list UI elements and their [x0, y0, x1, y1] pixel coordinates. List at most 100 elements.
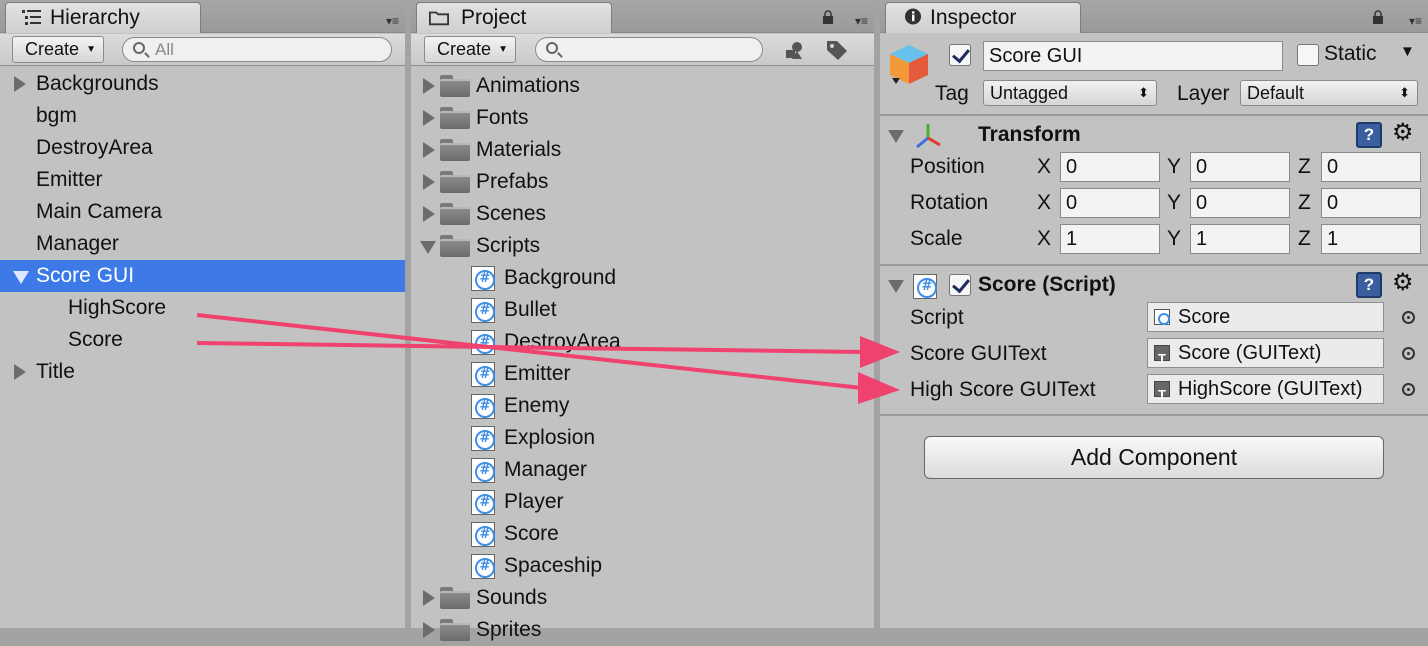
project-folder-item[interactable]: Prefabs — [411, 166, 874, 198]
transform-y-field[interactable]: 0 — [1190, 152, 1290, 182]
tag-dropdown[interactable]: Untagged ⬍ — [983, 80, 1157, 106]
project-item-label: Background — [504, 266, 617, 289]
project-folder-item[interactable]: Animations — [411, 70, 874, 102]
project-script-item[interactable]: Bullet — [411, 294, 874, 326]
transform-x-field[interactable]: 0 — [1060, 188, 1160, 218]
inspector-tabbar: Inspector ▾≡ — [880, 0, 1428, 33]
hierarchy-item[interactable]: DestroyArea — [0, 132, 405, 164]
object-picker-icon[interactable] — [1402, 347, 1415, 360]
lock-icon[interactable] — [822, 10, 834, 24]
help-book-icon[interactable]: ? — [1356, 122, 1382, 148]
expanded-arrow-icon[interactable] — [420, 241, 436, 254]
gear-icon[interactable]: ⚙ — [1392, 271, 1414, 295]
collapsed-arrow-icon[interactable] — [423, 110, 435, 126]
transform-foldout-toggle[interactable] — [888, 130, 904, 143]
transform-row-label: Scale — [910, 227, 963, 250]
project-script-item[interactable]: Manager — [411, 454, 874, 486]
hierarchy-item[interactable]: Title — [0, 356, 405, 388]
script-enabled-checkbox[interactable] — [949, 274, 971, 296]
help-book-icon[interactable]: ? — [1356, 272, 1382, 298]
script-object-field[interactable]: Score — [1147, 302, 1384, 332]
transform-x-field[interactable]: 1 — [1060, 224, 1160, 254]
project-script-item[interactable]: Player — [411, 486, 874, 518]
transform-y-field[interactable]: 1 — [1190, 224, 1290, 254]
folder-icon — [440, 107, 470, 129]
filter-by-label-icon[interactable] — [825, 39, 849, 61]
hierarchy-item[interactable]: Manager — [0, 228, 405, 260]
project-panel: Project ▾≡ Create ▼ Animations Fonts Mater… — [411, 0, 874, 641]
project-script-item[interactable]: Background — [411, 262, 874, 294]
project-script-item[interactable]: Spaceship — [411, 550, 874, 582]
csharp-script-icon — [471, 266, 495, 291]
gear-icon[interactable]: ⚙ — [1392, 121, 1414, 145]
transform-z-field[interactable]: 0 — [1321, 188, 1421, 218]
project-item-label: Scripts — [476, 234, 541, 257]
inspector-tab[interactable]: Inspector — [885, 2, 1081, 33]
hierarchy-item[interactable]: Score GUI — [0, 260, 405, 292]
transform-y-field[interactable]: 0 — [1190, 188, 1290, 218]
project-tab[interactable]: Project — [416, 2, 612, 33]
project-script-item[interactable]: Enemy — [411, 390, 874, 422]
lock-icon[interactable] — [1372, 10, 1384, 24]
script-foldout-toggle[interactable] — [888, 280, 904, 293]
project-create-button[interactable]: Create ▼ — [424, 36, 516, 63]
collapsed-arrow-icon[interactable] — [423, 174, 435, 190]
project-script-item[interactable]: DestroyArea — [411, 326, 874, 358]
project-folder-item[interactable]: Scenes — [411, 198, 874, 230]
collapsed-arrow-icon[interactable] — [423, 142, 435, 158]
updown-arrows-icon: ⬍ — [1399, 85, 1410, 100]
hierarchy-item[interactable]: bgm — [0, 100, 405, 132]
transform-z-field[interactable]: 1 — [1321, 224, 1421, 254]
hierarchy-tab[interactable]: Hierarchy — [5, 2, 201, 33]
project-folder-item[interactable]: Materials — [411, 134, 874, 166]
project-folder-item[interactable]: Fonts — [411, 102, 874, 134]
active-checkbox[interactable] — [949, 44, 971, 66]
hierarchy-create-button[interactable]: Create ▼ — [12, 36, 104, 63]
layer-label: Layer — [1177, 82, 1230, 105]
object-picker-icon[interactable] — [1402, 383, 1415, 396]
collapsed-arrow-icon[interactable] — [14, 76, 26, 92]
score-guitext-field[interactable]: Score (GUIText) — [1147, 338, 1384, 368]
static-dropdown-arrow-icon[interactable]: ▼ — [1400, 43, 1415, 60]
transform-x-field[interactable]: 0 — [1060, 152, 1160, 182]
project-script-item[interactable]: Score — [411, 518, 874, 550]
project-script-item[interactable]: Emitter — [411, 358, 874, 390]
project-folder-item[interactable]: Scripts — [411, 230, 874, 262]
highscore-guitext-field[interactable]: HighScore (GUIText) — [1147, 374, 1384, 404]
expanded-arrow-icon[interactable] — [13, 271, 29, 284]
hierarchy-item[interactable]: HighScore — [0, 292, 405, 324]
project-script-item[interactable]: Explosion — [411, 422, 874, 454]
hierarchy-item[interactable]: Backgrounds — [0, 68, 405, 100]
folder-icon — [440, 139, 470, 161]
divider — [880, 114, 1428, 116]
add-component-button[interactable]: Add Component — [924, 436, 1384, 479]
hierarchy-item[interactable]: Main Camera — [0, 196, 405, 228]
axis-label-x: X — [1037, 227, 1052, 250]
hierarchy-panel: Hierarchy ▾≡ Create ▼ All Backgrounds bgm… — [0, 0, 405, 628]
panel-menu-icon[interactable]: ▾≡ — [386, 14, 399, 28]
project-folder-item[interactable]: Sprites — [411, 614, 874, 646]
hierarchy-item[interactable]: Emitter — [0, 164, 405, 196]
object-picker-icon[interactable] — [1402, 311, 1415, 324]
collapsed-arrow-icon[interactable] — [423, 78, 435, 94]
hierarchy-search-input[interactable]: All — [122, 37, 392, 62]
filter-by-type-icon[interactable] — [783, 40, 807, 60]
object-name-field[interactable]: Score GUI — [983, 41, 1283, 71]
panel-menu-icon[interactable]: ▾≡ — [855, 14, 868, 28]
project-folder-item[interactable]: Sounds — [411, 582, 874, 614]
collapsed-arrow-icon[interactable] — [14, 364, 26, 380]
hierarchy-item[interactable]: Score — [0, 324, 405, 356]
panel-menu-icon[interactable]: ▾≡ — [1409, 14, 1422, 28]
project-search-input[interactable] — [535, 37, 763, 62]
collapsed-arrow-icon[interactable] — [423, 206, 435, 222]
transform-z-field[interactable]: 0 — [1321, 152, 1421, 182]
collapsed-arrow-icon[interactable] — [423, 590, 435, 606]
project-toolbar: Create ▼ — [411, 34, 874, 66]
static-checkbox[interactable] — [1297, 44, 1319, 66]
axis-label-x: X — [1037, 191, 1052, 214]
hierarchy-item-label: Score GUI — [36, 264, 135, 287]
project-item-label: Explosion — [504, 426, 596, 449]
layer-dropdown[interactable]: Default ⬍ — [1240, 80, 1418, 106]
folder-icon — [440, 171, 470, 193]
collapsed-arrow-icon[interactable] — [423, 622, 435, 638]
